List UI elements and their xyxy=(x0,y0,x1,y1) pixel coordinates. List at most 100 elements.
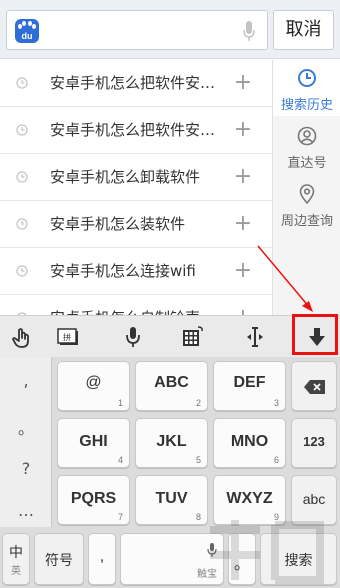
space-key[interactable]: 触宝 xyxy=(120,533,224,585)
numeric-mode-key[interactable]: 123 xyxy=(291,418,337,468)
key-label: PQRS xyxy=(70,490,117,507)
cursor-move-icon[interactable] xyxy=(242,324,268,350)
gesture-hand-icon[interactable] xyxy=(8,324,34,350)
key-number: 8 xyxy=(195,512,201,522)
tab-search-history[interactable]: 搜索历史 xyxy=(273,60,340,116)
microphone-icon[interactable] xyxy=(120,324,146,350)
backspace-key[interactable] xyxy=(291,361,337,411)
key-label: 符号 xyxy=(45,552,73,568)
key-label: 123 xyxy=(303,434,325,449)
clock-icon xyxy=(16,265,28,277)
key-label: 搜索 xyxy=(284,552,313,568)
keyboard-toolbar: 拼 xyxy=(0,315,340,357)
key-number: 1 xyxy=(117,398,123,408)
fill-query-plus-icon[interactable]: + xyxy=(233,166,253,188)
svg-text:拼: 拼 xyxy=(63,332,71,342)
key-label: TUV xyxy=(155,490,188,507)
location-pin-icon xyxy=(299,184,315,204)
side-tabs: 搜索历史 直达号 周边查询 xyxy=(272,60,340,315)
clock-icon xyxy=(298,69,316,87)
clock-icon xyxy=(16,171,28,183)
key-label: JKL xyxy=(156,433,187,450)
key-label: DEF xyxy=(233,374,266,391)
language-switch-key[interactable]: 中 英 xyxy=(2,533,30,585)
key-number: 3 xyxy=(273,398,279,408)
key-label: WXYZ xyxy=(226,490,273,507)
highlight-box xyxy=(292,314,338,355)
key-number: 7 xyxy=(117,512,123,522)
microphone-icon xyxy=(207,543,217,557)
punct-key[interactable]: 。 xyxy=(0,415,52,439)
fill-query-plus-icon[interactable]: + xyxy=(233,72,253,94)
person-icon xyxy=(297,126,317,146)
key-5[interactable]: JKL 5 xyxy=(135,418,208,468)
comma-key[interactable]: , xyxy=(88,533,116,585)
history-item-text: 安卓手机怎么自制铃声 xyxy=(50,295,225,315)
history-item-text: 安卓手机怎么装软件 xyxy=(50,215,186,233)
history-item-text: 安卓手机怎么卸载软件 xyxy=(50,168,201,186)
key-number: 2 xyxy=(195,398,201,408)
history-item-text: 安卓手机怎么把软件安… xyxy=(50,121,216,139)
backspace-icon xyxy=(304,380,325,394)
history-item[interactable]: 安卓手机怎么自制铃声 + xyxy=(0,295,272,315)
key-number: 9 xyxy=(273,512,279,522)
key-2[interactable]: ABC 2 xyxy=(135,361,208,411)
tab-nearby[interactable]: 周边查询 xyxy=(273,176,340,232)
key-label: @ xyxy=(85,374,102,391)
search-key[interactable]: 搜索 xyxy=(260,533,337,585)
key-8[interactable]: TUV 8 xyxy=(135,475,208,525)
key-4[interactable]: GHI 4 xyxy=(57,418,130,468)
punctuation-column[interactable]: , 。 ? … xyxy=(0,357,52,527)
fill-query-plus-icon[interactable]: + xyxy=(233,119,253,141)
key-3[interactable]: DEF 3 xyxy=(213,361,286,411)
tab-direct[interactable]: 直达号 xyxy=(273,118,340,174)
clock-icon xyxy=(16,124,28,136)
key-label: MNO xyxy=(230,433,269,450)
tab-label: 周边查询 xyxy=(280,214,333,229)
history-item[interactable]: 安卓手机怎么装软件 + xyxy=(0,201,272,248)
number-grid-icon[interactable] xyxy=(179,324,205,350)
key-label: GHI xyxy=(79,433,108,450)
punct-key[interactable]: ? xyxy=(0,459,52,478)
history-item[interactable]: 安卓手机怎么把软件安… + xyxy=(0,107,272,154)
lang-main-label: 中 xyxy=(9,544,23,560)
key-label: 。 xyxy=(233,556,250,573)
history-item-text: 安卓手机怎么把软件安… xyxy=(50,74,216,92)
key-number: 4 xyxy=(117,455,123,465)
key-6[interactable]: MNO 6 xyxy=(213,418,286,468)
key-label: , xyxy=(99,548,105,565)
search-history-list: 安卓手机怎么把软件安… + 安卓手机怎么把软件安… + 安卓手机怎么卸载软件 +… xyxy=(0,60,272,315)
fill-query-plus-icon[interactable]: + xyxy=(233,307,253,316)
clock-icon xyxy=(16,77,28,89)
tab-label: 搜索历史 xyxy=(280,98,333,113)
fill-query-plus-icon[interactable]: + xyxy=(233,213,253,235)
punct-key[interactable]: … xyxy=(0,501,52,520)
history-item[interactable]: 安卓手机怎么连接wifi + xyxy=(0,248,272,295)
history-item[interactable]: 安卓手机怎么卸载软件 + xyxy=(0,154,272,201)
key-number: 5 xyxy=(195,455,201,465)
lang-sub-label: 英 xyxy=(11,566,21,577)
key-9[interactable]: WXYZ 9 xyxy=(213,475,286,525)
t9-keyboard: , 。 ? … @ 1 ABC 2 DEF 3 GHI 4 JKL 5 MNO … xyxy=(0,357,340,588)
history-item[interactable]: 安卓手机怎么把软件安… + xyxy=(0,60,272,107)
period-key[interactable]: 。 xyxy=(228,533,256,585)
fill-query-plus-icon[interactable]: + xyxy=(233,260,253,282)
search-input[interactable]: du xyxy=(6,10,268,50)
space-sub-label: 触宝 xyxy=(197,569,217,580)
key-number: 6 xyxy=(273,455,279,465)
key-7[interactable]: PQRS 7 xyxy=(57,475,130,525)
search-bar: du 取消 xyxy=(0,0,340,59)
symbol-key[interactable]: 符号 xyxy=(34,533,84,585)
voice-search-icon[interactable] xyxy=(243,19,255,43)
key-label: ABC xyxy=(154,374,189,391)
key-label: abc xyxy=(302,491,326,507)
punct-key[interactable]: , xyxy=(0,371,52,390)
baidu-logo: du xyxy=(15,19,39,43)
cancel-button[interactable]: 取消 xyxy=(273,10,334,50)
english-mode-key[interactable]: abc xyxy=(291,475,337,525)
history-item-text: 安卓手机怎么连接wifi xyxy=(50,262,196,280)
tab-label: 直达号 xyxy=(287,156,327,171)
clock-icon xyxy=(16,218,28,230)
pinyin-keyboard-icon[interactable]: 拼 xyxy=(55,324,81,350)
key-1[interactable]: @ 1 xyxy=(57,361,130,411)
